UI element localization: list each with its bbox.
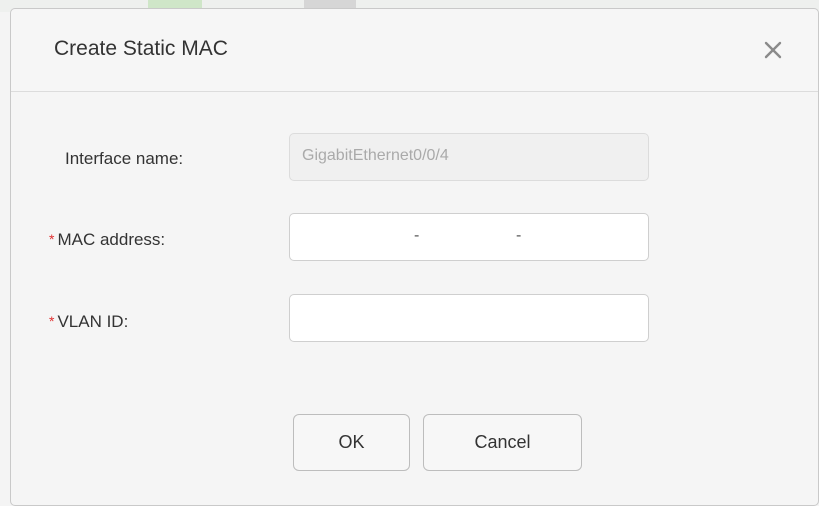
required-marker: * xyxy=(49,231,55,247)
create-static-mac-dialog: Create Static MAC Interface name: Gigabi… xyxy=(10,8,819,506)
interface-name-value: GigabitEthernet0/0/4 xyxy=(302,147,449,164)
close-button[interactable] xyxy=(760,37,786,63)
cancel-button[interactable]: Cancel xyxy=(423,414,582,471)
mac-separator: - xyxy=(516,227,522,244)
interface-name-label: Interface name: xyxy=(65,149,184,168)
mac-address-label: MAC address: xyxy=(57,230,166,249)
dialog-title: Create Static MAC xyxy=(54,37,228,60)
mac-address-input[interactable]: - - xyxy=(289,213,649,261)
vlan-id-label: VLAN ID: xyxy=(57,312,129,331)
mac-separator: - xyxy=(414,227,420,244)
dialog-header: Create Static MAC xyxy=(11,9,818,92)
close-icon xyxy=(764,41,782,59)
mac-address-label-row: * MAC address: xyxy=(49,230,165,250)
interface-name-field: GigabitEthernet0/0/4 xyxy=(289,133,649,181)
vlan-id-input[interactable] xyxy=(289,294,649,342)
ok-button[interactable]: OK xyxy=(293,414,410,471)
required-marker: * xyxy=(49,313,55,329)
vlan-id-label-row: * VLAN ID: xyxy=(49,312,128,332)
